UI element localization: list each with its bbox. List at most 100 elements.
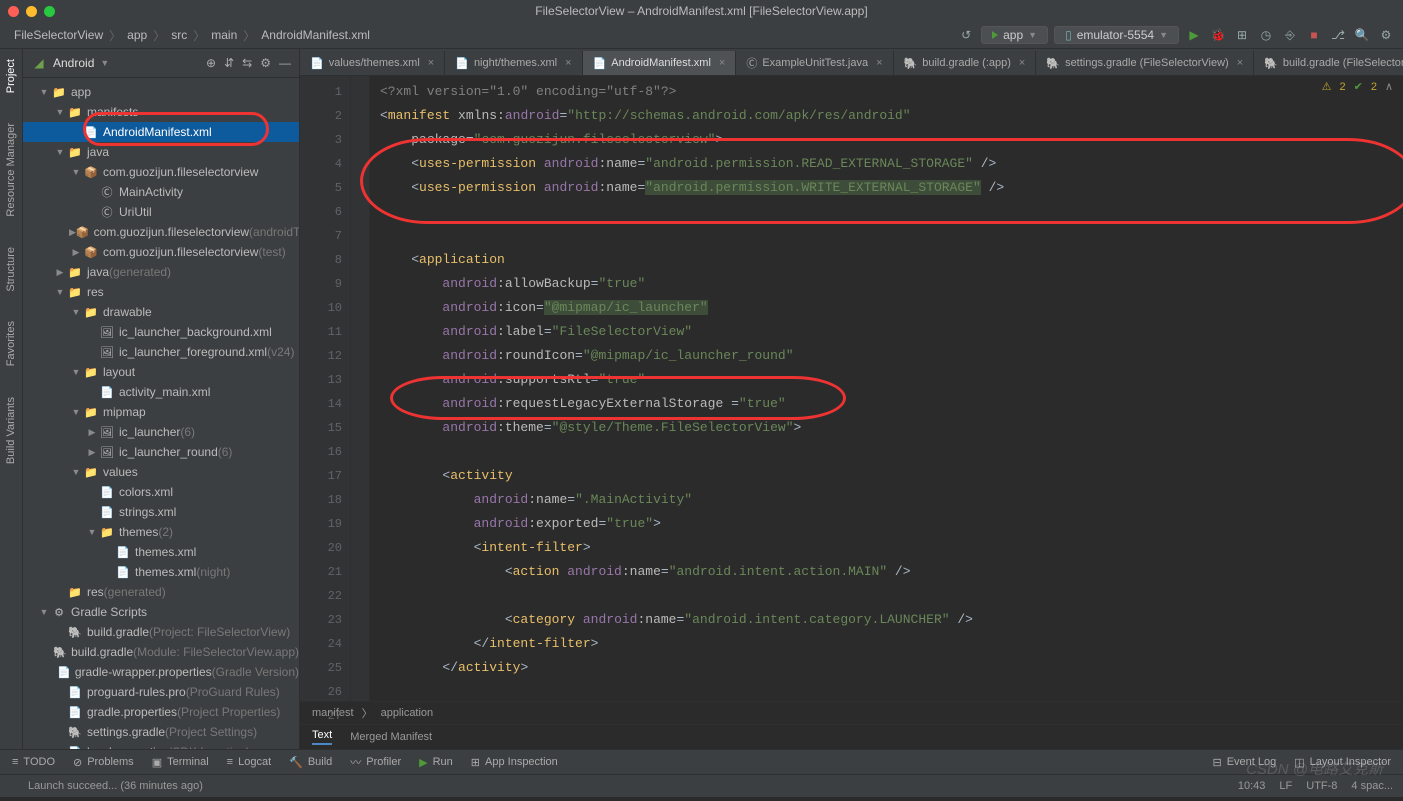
crumb[interactable]: src [167, 28, 191, 42]
settings-icon[interactable]: ⚙ [1377, 26, 1395, 44]
minimize-window-icon[interactable] [26, 6, 37, 17]
indent[interactable]: 4 spac... [1351, 780, 1393, 792]
close-tab-icon[interactable]: × [428, 57, 434, 69]
tree-item[interactable]: 📄themes.xml [23, 542, 299, 562]
search-icon[interactable]: 🔍 [1353, 26, 1371, 44]
tree-item[interactable]: 🖼ic_launcher (6) [23, 422, 299, 442]
tree-item[interactable]: 📁mipmap [23, 402, 299, 422]
crumb[interactable]: app [123, 28, 151, 42]
tree-item[interactable]: 📦com.guozijun.fileselectorview [23, 162, 299, 182]
logcat-tool[interactable]: ≡ Logcat [227, 756, 271, 768]
device-selector[interactable]: ▯emulator-5554▼ [1054, 26, 1179, 44]
tree-item[interactable]: 📁res [23, 282, 299, 302]
run-tool[interactable]: ▶ Run [419, 756, 453, 769]
tree-item[interactable]: 📁drawable [23, 302, 299, 322]
coverage-icon[interactable]: ⊞ [1233, 26, 1251, 44]
settings-icon[interactable]: ⚙ [260, 56, 271, 70]
attach-icon[interactable]: ⎆ [1281, 26, 1299, 44]
close-tab-icon[interactable]: × [1237, 57, 1243, 69]
tree-item[interactable]: 📁java (generated) [23, 262, 299, 282]
run-button[interactable]: ▶ [1185, 26, 1203, 44]
editor-tab[interactable]: 🐘build.gradle (:app)× [894, 51, 1037, 75]
app-inspection-tool[interactable]: ⊞ App Inspection [471, 756, 558, 769]
crumb[interactable]: main [207, 28, 241, 42]
tree-item[interactable]: 📄themes.xml (night) [23, 562, 299, 582]
stop-button[interactable]: ■ [1305, 26, 1323, 44]
tree-item[interactable]: 📦com.guozijun.fileselectorview (test) [23, 242, 299, 262]
select-opened-icon[interactable]: ⊕ [206, 56, 216, 70]
tree-item[interactable]: 📄AndroidManifest.xml [23, 122, 299, 142]
build-variants-tool-tab[interactable]: Build Variants [5, 397, 17, 464]
tree-item[interactable]: 📄strings.xml [23, 502, 299, 522]
crumb[interactable]: application [381, 707, 434, 719]
editor-tab[interactable]: 🐘settings.gradle (FileSelectorView)× [1036, 51, 1254, 75]
favorites-tool-tab[interactable]: Favorites [5, 321, 17, 366]
editor-tab[interactable]: 📄night/themes.xml× [445, 51, 582, 75]
project-tool-tab[interactable]: Project [5, 59, 17, 93]
close-tab-icon[interactable]: × [876, 57, 882, 69]
tree-item[interactable]: ⒸUriUtil [23, 202, 299, 222]
problems-tool[interactable]: ⊘ Problems [73, 756, 134, 769]
tree-item[interactable]: ⚙Gradle Scripts [23, 602, 299, 622]
debug-icon[interactable]: 🐞 [1209, 26, 1227, 44]
inspection-widget[interactable]: ⚠2 ✔2 ∧ [1322, 80, 1393, 93]
project-view-selector[interactable]: ◢ Android ▼ [31, 55, 109, 71]
tree-item[interactable]: 📄proguard-rules.pro (ProGuard Rules) [23, 682, 299, 702]
sync-icon[interactable]: ↺ [957, 26, 975, 44]
code-editor[interactable]: <?xml version="1.0" encoding="utf-8"?> <… [370, 76, 1403, 701]
crumb[interactable]: AndroidManifest.xml [257, 28, 374, 42]
tree-item[interactable]: 📄gradle.properties (Project Properties) [23, 702, 299, 722]
tree-item[interactable]: 📄gradle-wrapper.properties (Gradle Versi… [23, 662, 299, 682]
build-tool[interactable]: 🔨 Build [289, 756, 332, 769]
git-icon[interactable]: ⎇ [1329, 26, 1347, 44]
editor-breadcrumb[interactable]: manifest〉 application [300, 701, 1403, 724]
tree-item[interactable]: 🖼ic_launcher_round (6) [23, 442, 299, 462]
todo-tool[interactable]: ≡ TODO [12, 756, 55, 768]
terminal-tool[interactable]: ▣ Terminal [152, 756, 209, 769]
structure-tool-tab[interactable]: Structure [5, 247, 17, 292]
tree-item[interactable]: 🐘build.gradle (Project: FileSelectorView… [23, 622, 299, 642]
close-window-icon[interactable] [8, 6, 19, 17]
tree-item[interactable]: 📁app [23, 82, 299, 102]
tree-item[interactable]: 📁values [23, 462, 299, 482]
tree-item[interactable]: 📁res (generated) [23, 582, 299, 602]
editor-tab[interactable]: 📄values/themes.xml× [300, 51, 445, 75]
expand-icon[interactable]: ⇵ [224, 56, 234, 70]
tree-item[interactable]: 📄colors.xml [23, 482, 299, 502]
tree-item[interactable]: 📄local.properties (SDK Location) [23, 742, 299, 749]
editor-tab[interactable]: ⒸExampleUnitTest.java× [736, 51, 893, 75]
close-tab-icon[interactable]: × [719, 57, 725, 69]
resource-manager-tool-tab[interactable]: Resource Manager [5, 123, 17, 217]
close-tab-icon[interactable]: × [565, 57, 571, 69]
file-encoding[interactable]: UTF-8 [1306, 780, 1337, 792]
crumb[interactable]: FileSelectorView [10, 28, 107, 42]
project-tree[interactable]: 📁app📁manifests📄AndroidManifest.xml📁java📦… [23, 78, 299, 749]
event-log-tool[interactable]: ⊟ Event Log [1212, 756, 1276, 769]
run-config-selector[interactable]: app▼ [981, 26, 1048, 44]
tree-item[interactable]: 🐘build.gradle (Module: FileSelectorView.… [23, 642, 299, 662]
traffic-lights[interactable] [8, 6, 55, 17]
tree-item[interactable]: 📦com.guozijun.fileselectorview (androidT… [23, 222, 299, 242]
zoom-window-icon[interactable] [44, 6, 55, 17]
tree-item[interactable]: 🐘settings.gradle (Project Settings) [23, 722, 299, 742]
editor-tab[interactable]: 🐘build.gradle (FileSelectorView)× [1254, 51, 1403, 75]
line-gutter[interactable]: 1234567891011121314151617181920212223242… [300, 76, 351, 701]
tab-merged-manifest[interactable]: Merged Manifest [350, 731, 432, 743]
tab-text[interactable]: Text [312, 729, 332, 745]
tree-item[interactable]: 📁java [23, 142, 299, 162]
tree-item[interactable]: 📁themes (2) [23, 522, 299, 542]
tree-item[interactable]: 🖼ic_launcher_background.xml [23, 322, 299, 342]
profiler-tool[interactable]: 〰 Profiler [350, 754, 401, 770]
hide-icon[interactable]: — [279, 56, 291, 70]
tree-item[interactable]: 🖼ic_launcher_foreground.xml (v24) [23, 342, 299, 362]
collapse-icon[interactable]: ⇆ [242, 56, 252, 70]
layout-inspector-tool[interactable]: ◫ Layout Inspector [1294, 756, 1391, 769]
profile-icon[interactable]: ◷ [1257, 26, 1275, 44]
caret-position[interactable]: 10:43 [1238, 780, 1266, 792]
close-tab-icon[interactable]: × [1019, 57, 1025, 69]
tree-item[interactable]: ⒸMainActivity [23, 182, 299, 202]
tree-item[interactable]: 📁manifests [23, 102, 299, 122]
tree-item[interactable]: 📁layout [23, 362, 299, 382]
line-separator[interactable]: LF [1279, 780, 1292, 792]
editor-tab[interactable]: 📄AndroidManifest.xml× [583, 51, 737, 75]
